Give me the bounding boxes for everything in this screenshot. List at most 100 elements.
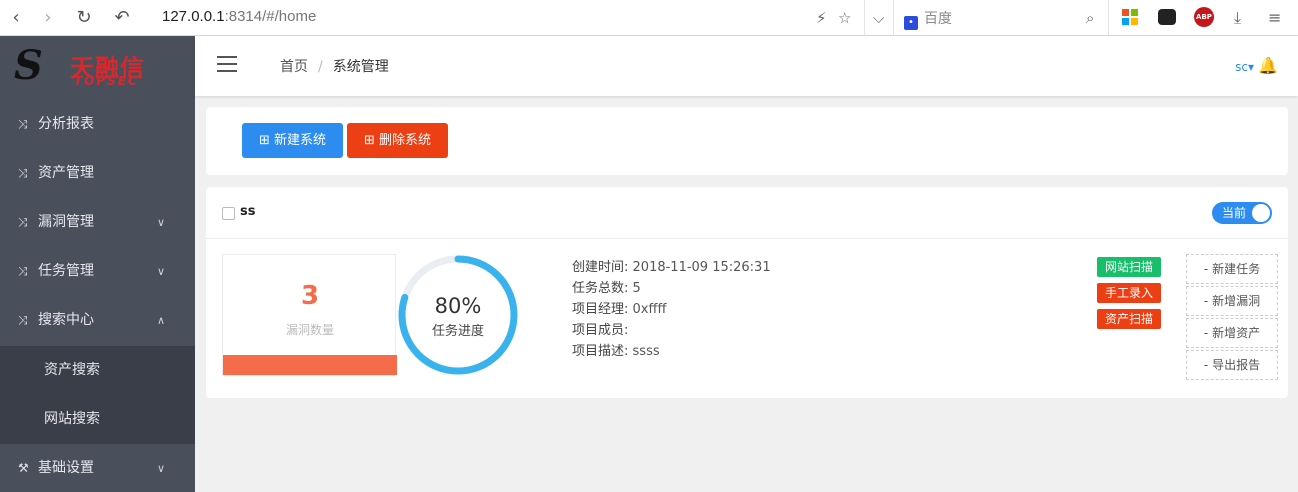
progress-percent: 80% xyxy=(434,294,482,318)
reload-icon[interactable]: ↻ xyxy=(72,6,96,30)
sidebar: S 天融信 TOPSEC ⤨ 分析报表 ⤨ 资产管理 ⤨ 漏洞管理 ∨ ⤨ 任务管理 ∨… xyxy=(0,36,195,492)
hamburger-menu-icon[interactable] xyxy=(217,56,237,72)
plus-square-icon: ⊞ xyxy=(363,133,375,148)
current-toggle[interactable]: 当前 xyxy=(1212,202,1272,224)
top-header: 首页 / 系统管理 sc▾ 🔔 xyxy=(195,36,1298,96)
sidebar-item-label: 分析报表 xyxy=(38,116,94,132)
vuln-bar xyxy=(223,355,397,375)
logo: S 天融信 TOPSEC xyxy=(0,36,195,96)
info-row: 项目描述: ssss xyxy=(572,341,771,362)
info-key: 项目经理: xyxy=(572,302,629,317)
apps-grid-icon[interactable] xyxy=(1122,9,1138,25)
undo-icon[interactable]: ↶ xyxy=(110,6,134,30)
add-asset-button[interactable]: - 新增资产 xyxy=(1186,318,1278,348)
wrench-icon: ⚒ xyxy=(18,461,29,475)
toolbar-card: ⊞ 新建系统 ⊞ 删除系统 xyxy=(206,107,1288,175)
sidebar-item-vulns[interactable]: ⤨ 漏洞管理 ∨ xyxy=(0,198,195,247)
export-report-label: 导出报告 xyxy=(1212,358,1261,372)
add-asset-label: 新增资产 xyxy=(1212,326,1261,340)
bell-icon[interactable]: 🔔 xyxy=(1258,56,1278,75)
info-key: 创建时间: xyxy=(572,260,629,275)
system-card: ss 当前 3 漏洞数量 80% 任务进度 创建时间: 2018-11-09 1… xyxy=(206,187,1288,398)
system-info: 创建时间: 2018-11-09 15:26:31 任务总数: 5 项目经理: … xyxy=(572,257,771,362)
new-task-button[interactable]: - 新建任务 xyxy=(1186,254,1278,284)
info-row: 项目经理: 0xffff xyxy=(572,299,771,320)
divider xyxy=(893,0,894,36)
back-icon[interactable]: ‹ xyxy=(4,6,28,30)
sidebar-item-label: 基础设置 xyxy=(38,460,94,476)
extension-icon[interactable] xyxy=(1158,9,1176,25)
forward-icon[interactable]: › xyxy=(36,6,60,30)
sidebar-item-search[interactable]: ⤨ 搜索中心 ∧ xyxy=(0,296,195,345)
search-icon[interactable]: ⌕ xyxy=(1086,8,1094,28)
minus-icon: - xyxy=(1203,358,1209,372)
chevron-down-icon: ∨ xyxy=(156,462,165,475)
delete-system-label: 删除系统 xyxy=(379,133,432,148)
sidebar-item-tasks[interactable]: ⤨ 任务管理 ∨ xyxy=(0,247,195,296)
minus-icon: - xyxy=(1203,294,1209,308)
search-placeholder: 百度 xyxy=(924,11,952,27)
breadcrumb-home[interactable]: 首页 xyxy=(280,59,308,75)
download-icon[interactable]: ⤓ xyxy=(1234,8,1241,28)
system-name: ss xyxy=(240,204,256,219)
shuffle-icon: ⤨ xyxy=(18,264,28,278)
vuln-count: 3 xyxy=(300,281,320,311)
shuffle-icon: ⤨ xyxy=(18,117,28,131)
info-key: 任务总数: xyxy=(572,281,629,296)
sidebar-item-label: 任务管理 xyxy=(38,263,94,279)
new-system-label: 新建系统 xyxy=(274,133,327,148)
toggle-label: 当前 xyxy=(1222,206,1247,220)
plus-square-icon: ⊞ xyxy=(258,133,270,148)
toggle-knob xyxy=(1252,204,1270,222)
info-row: 创建时间: 2018-11-09 15:26:31 xyxy=(572,257,771,278)
sidebar-item-report[interactable]: ⤨ 分析报表 xyxy=(0,100,195,149)
add-vuln-label: 新增漏洞 xyxy=(1212,294,1261,308)
url-path: :8314/#/home xyxy=(224,8,317,25)
minus-icon: - xyxy=(1203,326,1209,340)
divider xyxy=(1108,0,1109,36)
shuffle-icon: ⤨ xyxy=(18,166,28,180)
sidebar-subitem-asset-search[interactable]: 资产搜索 xyxy=(0,346,195,395)
progress-label: 任务进度 xyxy=(431,324,484,339)
menu-icon[interactable]: ≡ xyxy=(1268,8,1281,28)
chevron-down-icon[interactable]: ⌵ xyxy=(873,8,884,28)
shuffle-icon: ⤨ xyxy=(18,215,28,229)
system-checkbox[interactable] xyxy=(222,207,235,220)
lightning-icon[interactable]: ⚡ xyxy=(816,8,827,28)
url-host: 127.0.0.1 xyxy=(162,8,225,25)
sidebar-item-assets[interactable]: ⤨ 资产管理 xyxy=(0,149,195,198)
shuffle-icon: ⤨ xyxy=(18,313,28,327)
info-value: 2018-11-09 15:26:31 xyxy=(632,260,771,275)
sidebar-item-label: 漏洞管理 xyxy=(38,214,94,230)
chevron-down-icon: ∨ xyxy=(156,265,165,278)
info-key: 项目成员: xyxy=(572,323,629,338)
minus-icon: - xyxy=(1203,262,1209,276)
chevron-down-icon: ∨ xyxy=(156,216,165,229)
star-icon[interactable]: ☆ xyxy=(838,8,851,28)
search-input[interactable]: • 百度 xyxy=(904,8,952,30)
tag-asset-scan: 资产扫描 xyxy=(1097,309,1161,329)
adblock-icon[interactable]: ABP xyxy=(1194,7,1214,27)
logo-text-en: TOPSEC xyxy=(74,74,139,88)
vuln-count-label: 漏洞数量 xyxy=(285,323,334,337)
new-system-button[interactable]: ⊞ 新建系统 xyxy=(242,123,343,158)
delete-system-button[interactable]: ⊞ 删除系统 xyxy=(347,123,448,158)
sidebar-item-label: 搜索中心 xyxy=(38,312,94,328)
chevron-up-icon: ∧ xyxy=(156,314,165,327)
sidebar-item-settings[interactable]: ⚒ 基础设置 ∨ xyxy=(0,444,195,492)
user-dropdown[interactable]: sc▾ xyxy=(1235,60,1254,74)
sidebar-subitem-site-search[interactable]: 网站搜索 xyxy=(0,395,195,444)
user-name: sc xyxy=(1235,60,1248,74)
address-bar[interactable]: 127.0.0.1:8314/#/home xyxy=(162,8,316,25)
sidebar-submenu: 资产搜索 网站搜索 xyxy=(0,346,195,444)
info-row: 项目成员: xyxy=(572,320,771,341)
sidebar-item-label: 资产管理 xyxy=(38,165,94,181)
add-vuln-button[interactable]: - 新增漏洞 xyxy=(1186,286,1278,316)
breadcrumb-current: 系统管理 xyxy=(332,59,389,75)
export-report-button[interactable]: - 导出报告 xyxy=(1186,350,1278,380)
browser-toolbar: ‹ › ↻ ↶ 127.0.0.1:8314/#/home ⚡ ☆ ⌵ • 百度 … xyxy=(0,0,1298,36)
system-card-header: ss 当前 xyxy=(206,187,1288,239)
info-value: 0xffff xyxy=(632,302,667,317)
caret-down-icon: ▾ xyxy=(1247,60,1254,74)
topsec-logo-icon: S xyxy=(14,42,43,89)
